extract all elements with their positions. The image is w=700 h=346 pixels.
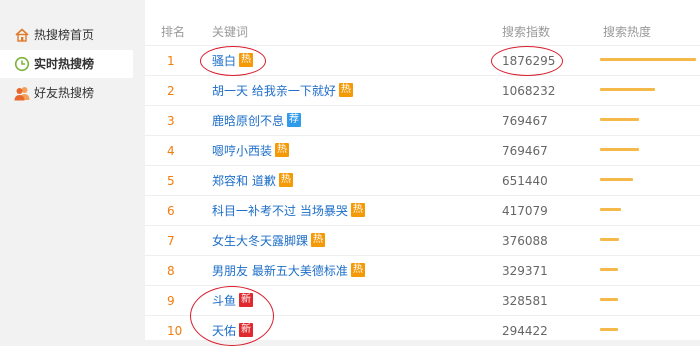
table-row: 7 女生大冬天露脚踝热 376088 [145,225,700,256]
search-index-value: 769467 [502,144,548,158]
hot-badge: 热 [338,83,353,97]
search-index-value: 376088 [502,234,548,248]
heat-bar [600,58,696,61]
keyword-link[interactable]: 天佑 [212,324,236,338]
rank-number: 3 [167,114,175,128]
keyword-cell: 郑容和 道歉热 [212,173,293,189]
keyword-cell: 斗鱼新 [212,293,254,309]
keyword-link[interactable]: 郑容和 道歉 [212,174,276,188]
sidebar: 热搜榜首页 实时热搜榜 好友热搜榜 [0,0,133,340]
home-icon [15,28,29,42]
rank-number: 9 [167,294,175,308]
sidebar-item-home[interactable]: 热搜榜首页 [0,21,133,49]
hot-badge: 热 [311,233,326,247]
rank-number: 8 [167,264,175,278]
heat-bar [600,88,655,91]
heat-bar [600,238,619,241]
search-index-value: 1068232 [502,84,556,98]
new-badge: 新 [239,323,254,337]
heat-bar [600,118,639,121]
keyword-link[interactable]: 胡一天 给我亲一下就好 [212,84,336,98]
rank-number: 5 [167,174,175,188]
heat-bar [600,148,639,151]
keyword-link[interactable]: 科目一补考不过 当场暴哭 [212,204,348,218]
keyword-link[interactable]: 男朋友 最新五大美德标准 [212,264,348,278]
rec-badge: 荐 [287,113,302,127]
search-index-value: 1876295 [502,54,556,68]
hot-badge: 热 [350,263,365,277]
table-row: 3 鹿晗原创不息荐 769467 [145,105,700,136]
sidebar-item-friends[interactable]: 好友热搜榜 [0,79,133,107]
keyword-link[interactable]: 鹿晗原创不息 [212,114,284,128]
hot-badge: 热 [239,53,254,67]
keyword-link[interactable]: 斗鱼 [212,294,236,308]
hot-search-table: 排名 关键词 搜索指数 搜索热度 1 骚白热 1876295 2 胡一天 给我亲一下就好… [145,0,700,340]
heat-bar [600,208,621,211]
sidebar-item-realtime[interactable]: 实时热搜榜 [0,50,133,78]
table-row: 4 嗯哼小西装热 769467 [145,135,700,166]
search-index-value: 329371 [502,264,548,278]
keyword-link[interactable]: 女生大冬天露脚踝 [212,234,308,248]
search-index-value: 328581 [502,294,548,308]
search-index-value: 294422 [502,324,548,338]
sidebar-item-label: 实时热搜榜 [34,57,95,71]
heat-bar [600,328,618,331]
heat-bar [600,178,633,181]
header-search-index: 搜索指数 [502,25,551,39]
keyword-cell: 骚白热 [212,53,254,69]
hot-badge: 热 [278,173,293,187]
keyword-cell: 天佑新 [212,323,254,339]
keyword-cell: 嗯哼小西装热 [212,143,290,159]
search-index-value: 769467 [502,114,548,128]
sidebar-item-label: 热搜榜首页 [34,28,95,42]
header-keyword: 关键词 [212,25,249,39]
clock-icon [14,56,30,72]
table-row: 6 科目一补考不过 当场暴哭热 417079 [145,195,700,226]
search-index-value: 651440 [502,174,548,188]
hot-badge: 热 [350,203,365,217]
sidebar-item-label: 好友热搜榜 [34,86,95,100]
rank-number: 1 [167,54,175,68]
table-row: 10 天佑新 294422 [145,315,700,346]
header-search-heat: 搜索热度 [603,25,652,39]
rank-number: 7 [167,234,175,248]
table-header: 排名 关键词 搜索指数 搜索热度 [145,0,700,39]
heat-bar [600,268,618,271]
header-rank: 排名 [161,25,186,39]
keyword-cell: 男朋友 最新五大美德标准热 [212,263,365,279]
friends-icon [14,87,30,101]
keyword-cell: 鹿晗原创不息荐 [212,113,302,129]
table-row: 5 郑容和 道歉热 651440 [145,165,700,196]
rank-number: 6 [167,204,175,218]
keyword-link[interactable]: 嗯哼小西装 [212,144,272,158]
table-row: 1 骚白热 1876295 [145,45,700,76]
rank-number: 4 [167,144,175,158]
new-badge: 新 [239,293,254,307]
table-row: 2 胡一天 给我亲一下就好热 1068232 [145,75,700,106]
table-row: 9 斗鱼新 328581 [145,285,700,316]
keyword-cell: 胡一天 给我亲一下就好热 [212,83,353,99]
keyword-cell: 女生大冬天露脚踝热 [212,233,326,249]
heat-bar [600,298,618,301]
rank-number: 2 [167,84,175,98]
table-row: 8 男朋友 最新五大美德标准热 329371 [145,255,700,286]
keyword-link[interactable]: 骚白 [212,54,236,68]
rank-number: 10 [167,324,183,338]
hot-badge: 热 [275,143,290,157]
keyword-cell: 科目一补考不过 当场暴哭热 [212,203,365,219]
search-index-value: 417079 [502,204,548,218]
